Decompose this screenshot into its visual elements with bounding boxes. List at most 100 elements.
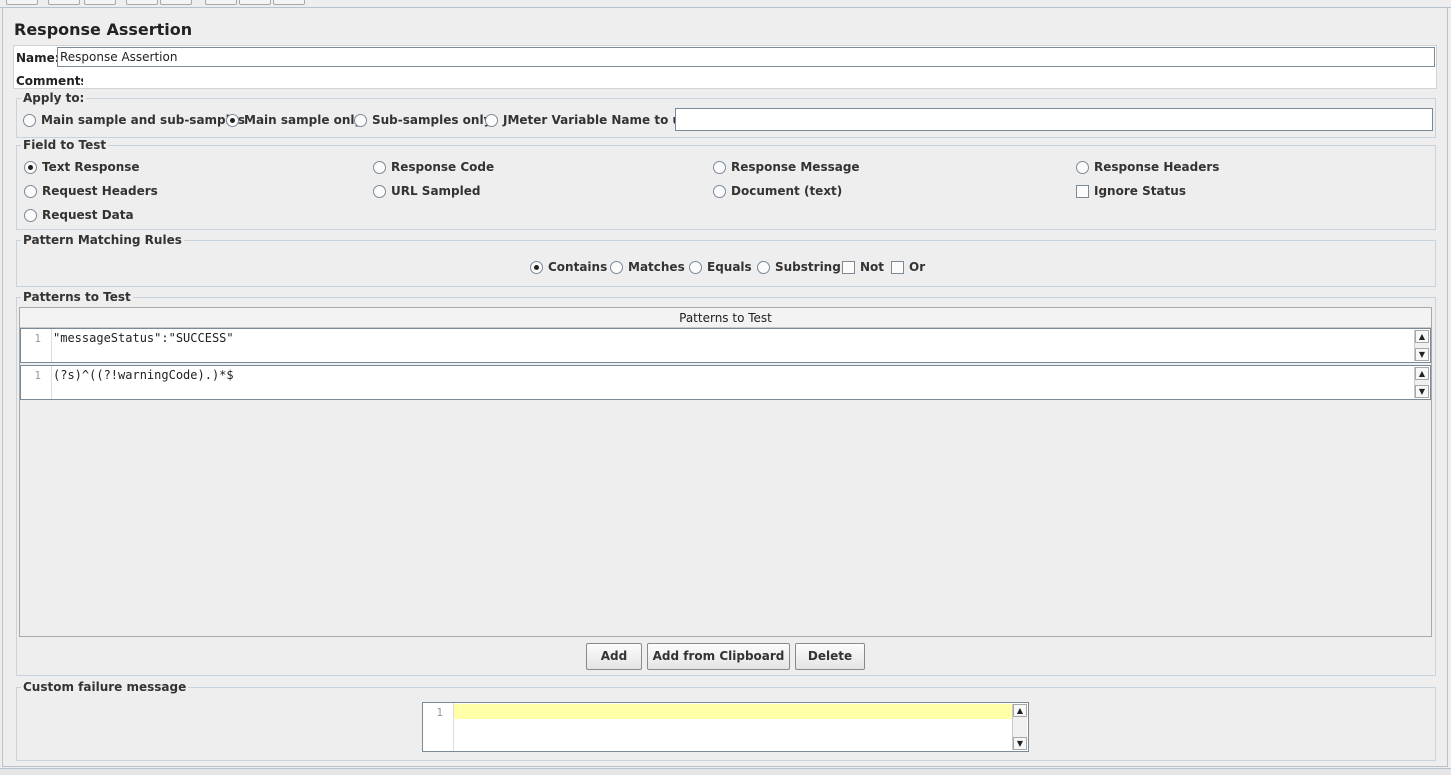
pattern-row-editor[interactable]: 1 "messageStatus":"SUCCESS" ▲ ▼ bbox=[20, 328, 1431, 363]
scroll-up-arrow-icon[interactable]: ▲ bbox=[1013, 704, 1027, 717]
radio-label: Text Response bbox=[42, 160, 140, 174]
line-number: 1 bbox=[436, 706, 443, 719]
radio-icon bbox=[24, 208, 37, 222]
checkbox-icon bbox=[1076, 184, 1089, 198]
scroll-down-arrow-icon[interactable]: ▼ bbox=[1415, 385, 1429, 398]
radio-label: Response Code bbox=[391, 160, 495, 174]
radio-label: Sub-samples only bbox=[372, 113, 492, 127]
rule-matches-radio[interactable]: Matches bbox=[610, 260, 685, 274]
add-button[interactable]: Add bbox=[586, 643, 642, 670]
radio-icon bbox=[610, 260, 623, 274]
toolbar-button[interactable] bbox=[126, 0, 158, 5]
toolbar-button[interactable] bbox=[160, 0, 192, 5]
line-gutter: 1 bbox=[21, 366, 52, 399]
line-number: 1 bbox=[34, 369, 41, 382]
pattern-matching-legend: Pattern Matching Rules bbox=[23, 233, 182, 247]
custom-failure-message-legend: Custom failure message bbox=[23, 680, 187, 694]
radio-icon bbox=[23, 113, 36, 127]
rule-substring-radio[interactable]: Substring bbox=[757, 260, 841, 274]
radio-checked-icon bbox=[24, 160, 37, 174]
apply-variable-radio[interactable]: JMeter Variable Name to use bbox=[485, 113, 696, 127]
field-to-test-legend: Field to Test bbox=[23, 138, 107, 152]
rule-contains-radio[interactable]: Contains bbox=[530, 260, 607, 274]
apply-main-only-radio[interactable]: Main sample only bbox=[226, 113, 362, 127]
scroll-up-arrow-icon[interactable]: ▲ bbox=[1415, 367, 1429, 380]
radio-label: Request Headers bbox=[42, 184, 158, 198]
comments-input[interactable] bbox=[83, 70, 1435, 88]
rule-equals-radio[interactable]: Equals bbox=[689, 260, 752, 274]
panel-title: Response Assertion bbox=[14, 20, 193, 39]
radio-checked-icon bbox=[226, 113, 239, 127]
checkbox-icon bbox=[842, 260, 855, 274]
radio-icon bbox=[24, 184, 37, 198]
radio-icon bbox=[373, 184, 386, 198]
radio-label: Response Headers bbox=[1094, 160, 1220, 174]
ignore-status-checkbox[interactable]: Ignore Status bbox=[1076, 184, 1186, 198]
rule-not-checkbox[interactable]: Not bbox=[842, 260, 884, 274]
radio-icon bbox=[713, 184, 726, 198]
toolbar-button[interactable] bbox=[6, 0, 38, 5]
radio-label: Matches bbox=[628, 260, 685, 274]
patterns-to-test-legend: Patterns to Test bbox=[23, 290, 131, 304]
radio-label: Main sample and sub-samples bbox=[41, 113, 246, 127]
toolbar-button[interactable] bbox=[48, 0, 80, 5]
field-response-headers-radio[interactable]: Response Headers bbox=[1076, 160, 1219, 174]
delete-button[interactable]: Delete bbox=[795, 643, 865, 670]
radio-label: Response Message bbox=[731, 160, 860, 174]
radio-icon bbox=[713, 160, 726, 174]
field-response-message-radio[interactable]: Response Message bbox=[713, 160, 860, 174]
toolbar-button[interactable] bbox=[273, 0, 305, 5]
vertical-scrollbar[interactable]: ▲ ▼ bbox=[1012, 704, 1027, 750]
pattern-row-editor[interactable]: 1 (?s)^((?!warningCode).)*$ ▲ ▼ bbox=[20, 365, 1431, 400]
comments-label: Comments: bbox=[16, 74, 93, 88]
checkbox-label: Not bbox=[860, 260, 885, 274]
toolbar-button[interactable] bbox=[239, 0, 271, 5]
checkbox-label: Or bbox=[909, 260, 926, 274]
apply-to-legend: Apply to: bbox=[23, 91, 85, 105]
radio-icon bbox=[757, 260, 770, 274]
radio-label: Equals bbox=[707, 260, 752, 274]
scroll-down-arrow-icon[interactable]: ▼ bbox=[1013, 737, 1027, 750]
scroll-up-arrow-icon[interactable]: ▲ bbox=[1415, 330, 1429, 343]
field-request-data-radio[interactable]: Request Data bbox=[24, 208, 134, 222]
rule-or-checkbox[interactable]: Or bbox=[891, 260, 925, 274]
checkbox-icon bbox=[891, 260, 904, 274]
radio-checked-icon bbox=[530, 260, 543, 274]
field-response-code-radio[interactable]: Response Code bbox=[373, 160, 494, 174]
patterns-column-header[interactable]: Patterns to Test bbox=[20, 308, 1431, 328]
radio-label: URL Sampled bbox=[391, 184, 481, 198]
apply-main-and-sub-radio[interactable]: Main sample and sub-samples bbox=[23, 113, 245, 127]
failure-message-editor[interactable]: 1 ▲ ▼ bbox=[422, 702, 1029, 752]
field-text-response-radio[interactable]: Text Response bbox=[24, 160, 140, 174]
name-input[interactable] bbox=[57, 47, 1435, 67]
radio-icon bbox=[689, 260, 702, 274]
radio-icon bbox=[373, 160, 386, 174]
field-request-headers-radio[interactable]: Request Headers bbox=[24, 184, 158, 198]
vertical-scrollbar[interactable]: ▲ ▼ bbox=[1414, 367, 1429, 398]
toolbar-button[interactable] bbox=[205, 0, 237, 5]
radio-icon bbox=[354, 113, 367, 127]
current-line-highlight bbox=[454, 704, 1012, 719]
radio-label: Document (text) bbox=[731, 184, 843, 198]
radio-label: Substring bbox=[775, 260, 841, 274]
radio-label: Request Data bbox=[42, 208, 134, 222]
toolbar-button[interactable] bbox=[84, 0, 116, 5]
field-document-text-radio[interactable]: Document (text) bbox=[713, 184, 842, 198]
radio-label: Main sample only bbox=[244, 113, 363, 127]
line-gutter: 1 bbox=[423, 703, 454, 751]
apply-sub-only-radio[interactable]: Sub-samples only bbox=[354, 113, 491, 127]
radio-icon bbox=[1076, 160, 1089, 174]
radio-icon bbox=[485, 113, 498, 127]
checkbox-label: Ignore Status bbox=[1094, 184, 1186, 198]
pattern-text: "messageStatus":"SUCCESS" bbox=[53, 331, 234, 345]
radio-label: Contains bbox=[548, 260, 608, 274]
line-gutter: 1 bbox=[21, 329, 52, 362]
scroll-down-arrow-icon[interactable]: ▼ bbox=[1415, 348, 1429, 361]
add-from-clipboard-button[interactable]: Add from Clipboard bbox=[647, 643, 790, 670]
vertical-scrollbar[interactable]: ▲ ▼ bbox=[1414, 330, 1429, 361]
variable-name-input[interactable] bbox=[675, 108, 1433, 131]
bottom-splitter[interactable] bbox=[0, 768, 1451, 775]
field-url-sampled-radio[interactable]: URL Sampled bbox=[373, 184, 480, 198]
line-number: 1 bbox=[34, 332, 41, 345]
radio-label: JMeter Variable Name to use bbox=[503, 113, 697, 127]
